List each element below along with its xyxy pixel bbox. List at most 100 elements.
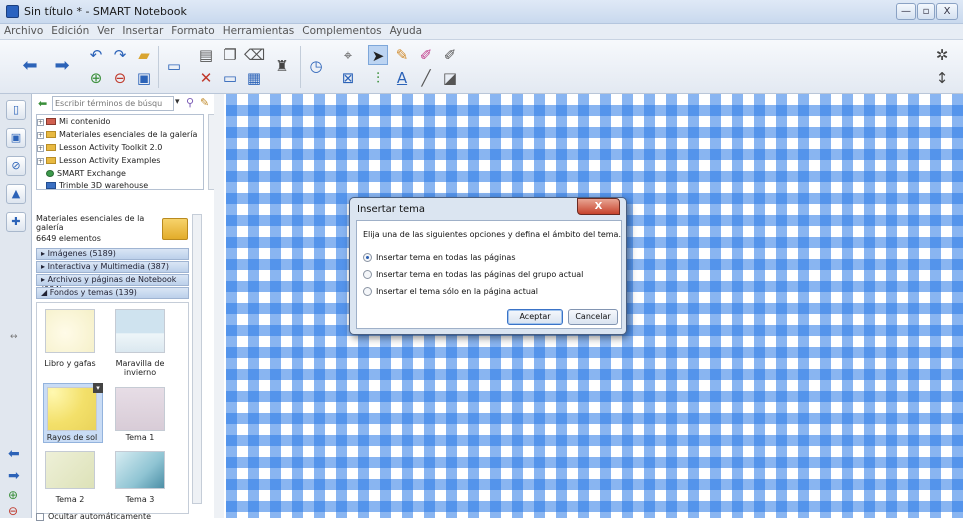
- back-arrow-icon[interactable]: ⬅: [38, 97, 47, 110]
- menu-herramientas[interactable]: Herramientas: [219, 24, 299, 37]
- save-icon[interactable]: ▣: [134, 68, 154, 88]
- document-camera-icon[interactable]: ♜: [272, 56, 292, 76]
- menu-ver[interactable]: Ver: [93, 24, 118, 37]
- screen-icon[interactable]: ▭: [164, 56, 184, 76]
- dock-right-icon[interactable]: ➡: [8, 468, 20, 484]
- dock-left-icon[interactable]: ⬅: [8, 446, 20, 462]
- thumbnail-menu-icon[interactable]: ▾: [93, 383, 103, 393]
- magic-pen-icon[interactable]: ⫶: [368, 68, 388, 88]
- option-group-radio[interactable]: [363, 270, 372, 279]
- open-folder-icon[interactable]: ▰: [134, 45, 154, 65]
- menu-bar: Archivo Edición Ver Insertar Formato Herramie…: [0, 24, 963, 40]
- menu-insertar[interactable]: Insertar: [118, 24, 167, 37]
- attachments-tab-icon[interactable]: ⊘: [6, 156, 26, 176]
- side-tabs: ▯ ▣ ⊘ ▲ ✚ ↔ ⬅ ➡ ⊕ ⊖: [0, 94, 32, 518]
- gallery-search-input[interactable]: [52, 96, 174, 111]
- gallery-scrollbar[interactable]: [192, 214, 202, 504]
- panel-scrollbar[interactable]: [214, 94, 224, 518]
- toolbar: ⬅ ➡ ↶ ↷ ▰ ⊕ ⊖ ▣ ▭ ▤ ❐ ⌫ ✕ ▭ ▦ ♜ ◷ ⌖ ⊠ ➤ …: [0, 40, 963, 94]
- dialog-title: Insertar tema: [357, 204, 426, 215]
- cancel-button[interactable]: Cancelar: [568, 309, 618, 325]
- auto-hide-label: Ocultar automáticamente: [48, 512, 152, 521]
- tree-item[interactable]: + Lesson Activity Examples: [37, 156, 160, 169]
- option-group-label[interactable]: Insertar tema en todas las páginas del g…: [376, 270, 583, 279]
- tree-item[interactable]: + Lesson Activity Toolkit 2.0: [37, 143, 162, 156]
- thumbnail-rayos-de-sol[interactable]: [47, 387, 97, 431]
- screen-shade-icon[interactable]: ▭: [220, 68, 240, 88]
- accept-button[interactable]: Aceptar: [507, 309, 563, 325]
- pen-icon[interactable]: ✎: [392, 45, 412, 65]
- delete-page-side-icon[interactable]: ⊖: [8, 504, 18, 518]
- redo-icon[interactable]: ↷: [110, 45, 130, 65]
- resize-handle-icon[interactable]: ↔: [10, 332, 18, 342]
- category-fondos[interactable]: ◢ Fondos y temas (139): [36, 287, 189, 299]
- capture-icon[interactable]: ⌖: [338, 45, 358, 65]
- page-sorter-tab-icon[interactable]: ▯: [6, 100, 26, 120]
- thumbnail-tema-2[interactable]: [45, 451, 95, 489]
- category-imagenes[interactable]: ▸ Imágenes (5189): [36, 248, 189, 260]
- thumbnail-tema-1[interactable]: [115, 387, 165, 431]
- previous-page-icon[interactable]: ⬅: [20, 56, 40, 76]
- line-icon[interactable]: ╱: [416, 68, 436, 88]
- shape-icon[interactable]: ◪: [440, 68, 460, 88]
- clear-icon[interactable]: ⌫: [244, 45, 265, 65]
- menu-edicion[interactable]: Edición: [47, 24, 93, 37]
- table-icon[interactable]: ▦: [244, 68, 264, 88]
- add-page-side-icon[interactable]: ⊕: [8, 488, 18, 502]
- option-all-pages-radio[interactable]: [363, 253, 372, 262]
- tree-item[interactable]: + Materiales esenciales de la galería: [37, 130, 197, 143]
- thumbnail-grid: Libro y gafas Maravilla de invierno ▾ Ra…: [36, 302, 189, 514]
- collection-title: Materiales esenciales de la galería: [36, 214, 145, 232]
- collection-count: 6649 elementos: [36, 234, 101, 243]
- delete-icon[interactable]: ✕: [196, 68, 216, 88]
- menu-archivo[interactable]: Archivo: [0, 24, 47, 37]
- search-icon[interactable]: ⚲: [186, 96, 194, 109]
- app-icon: [6, 5, 19, 18]
- menu-ayuda[interactable]: Ayuda: [386, 24, 426, 37]
- menu-formato[interactable]: Formato: [167, 24, 218, 37]
- response-icon[interactable]: ⊠: [338, 68, 358, 88]
- maximize-button[interactable]: ▫: [917, 3, 935, 20]
- close-window-button[interactable]: X: [936, 3, 958, 20]
- thumbnail-tema-3[interactable]: [115, 451, 165, 489]
- addons-tab-icon[interactable]: ✚: [6, 212, 26, 232]
- option-current-page-radio[interactable]: [363, 287, 372, 296]
- category-archivos[interactable]: ▸ Archivos y páginas de Notebook (934): [36, 274, 189, 294]
- thumbnail-label: Tema 2: [55, 495, 85, 504]
- category-interactiva[interactable]: ▸ Interactiva y Multimedia (387): [36, 261, 189, 273]
- minimize-button[interactable]: —: [896, 3, 916, 20]
- measurement-tools-icon[interactable]: ◷: [306, 56, 326, 76]
- delete-page-icon[interactable]: ⊖: [110, 68, 130, 88]
- dialog-close-button[interactable]: X: [577, 198, 620, 215]
- copy-icon[interactable]: ❐: [220, 45, 240, 65]
- next-page-icon[interactable]: ➡: [52, 56, 72, 76]
- gallery-tree: + Mi contenido + Materiales esenciales de …: [36, 114, 204, 190]
- undo-icon[interactable]: ↶: [86, 45, 106, 65]
- settings-gear-icon[interactable]: ✲: [932, 45, 952, 65]
- insert-theme-dialog: Insertar tema X Elija una de las siguien…: [349, 197, 627, 335]
- thumbnail-label: Tema 1: [125, 433, 155, 442]
- select-pointer-icon[interactable]: ➤: [368, 45, 388, 65]
- add-page-icon[interactable]: ⊕: [86, 68, 106, 88]
- gallery-panel: ⬅ ▾ ⚲ ✎ +Mi contenido +Materiales esenci…: [32, 94, 224, 521]
- tree-item[interactable]: + Mi contenido: [37, 117, 110, 130]
- gallery-tab-icon[interactable]: ▣: [6, 128, 26, 148]
- paste-icon[interactable]: ▤: [196, 45, 216, 65]
- thumbnail-maravilla-de-invierno[interactable]: [115, 309, 165, 353]
- search-dropdown-icon[interactable]: ▾: [175, 97, 180, 107]
- toolbar-position-icon[interactable]: ↕: [932, 68, 952, 88]
- text-icon[interactable]: A: [392, 68, 412, 88]
- gallery-tools-icon[interactable]: ✎: [200, 96, 209, 109]
- thumbnail-libro-y-gafas[interactable]: [45, 309, 95, 353]
- auto-hide-checkbox[interactable]: [36, 513, 44, 521]
- menu-complementos[interactable]: Complementos: [298, 24, 385, 37]
- creative-pen-icon[interactable]: ✐: [416, 45, 436, 65]
- option-all-pages-label[interactable]: Insertar tema en todas las páginas: [376, 253, 516, 262]
- thumbnail-label: Rayos de sol: [46, 433, 98, 442]
- eraser-icon[interactable]: ✐: [440, 45, 460, 65]
- tree-item[interactable]: Trimble 3D warehouse: [37, 181, 148, 189]
- thumbnail-label: Libro y gafas: [44, 359, 96, 368]
- properties-tab-icon[interactable]: ▲: [6, 184, 26, 204]
- dialog-instruction: Elija una de las siguientes opciones y d…: [363, 230, 621, 239]
- option-current-page-label[interactable]: Insertar el tema sólo en la página actua…: [376, 287, 538, 296]
